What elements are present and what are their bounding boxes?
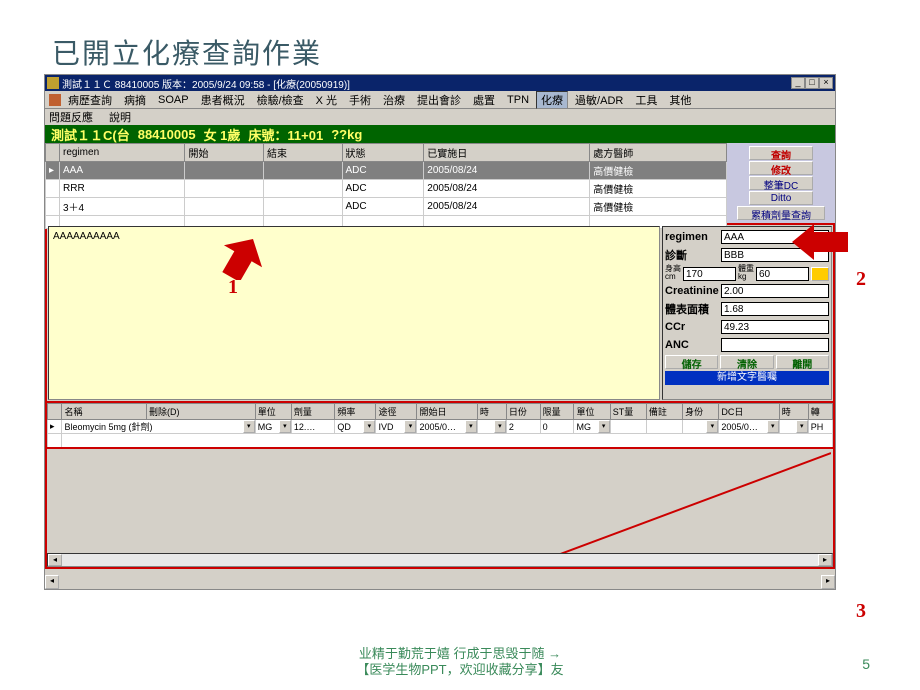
drug-table[interactable]: 名稱 刪除(D) 單位 劑量 頻率 途徑 開始日 時 日份 限量 單位 ST量 … — [45, 401, 835, 449]
menu-item[interactable]: 病歷查詢 — [63, 92, 117, 108]
ccr-label: CCr — [665, 321, 721, 333]
leave-button[interactable]: 離開 — [776, 355, 829, 369]
menu-item[interactable]: TPN — [502, 94, 534, 106]
table-row[interactable]: ▸AAA ADC2005/08/24高價健檢 — [46, 162, 727, 180]
menu-bar-2: 問題反應 說明 — [45, 109, 835, 125]
menu-item[interactable]: 檢驗/檢查 — [252, 92, 309, 108]
scroll-left-icon[interactable]: ◂ — [48, 554, 62, 566]
cr-input[interactable] — [721, 284, 829, 298]
review-button[interactable]: 累積劑量查詢 — [737, 206, 825, 220]
maximize-button[interactable]: □ — [805, 77, 819, 89]
scroll-left-icon[interactable]: ◂ — [45, 575, 59, 589]
ccr-input[interactable] — [721, 320, 829, 334]
menu-item[interactable]: 提出會診 — [412, 92, 466, 108]
col-start[interactable]: 開始 — [185, 144, 264, 162]
regimen-input[interactable] — [721, 230, 829, 244]
menu-item[interactable]: 治療 — [378, 92, 410, 108]
weight-input[interactable] — [756, 267, 809, 281]
menu-item[interactable]: SOAP — [153, 94, 194, 106]
patient-banner: 測試１１C(台 88410005 女 1歲 床號：11+01 ??kg — [45, 125, 835, 143]
chevron-down-icon[interactable]: ▾ — [363, 420, 375, 433]
drug-row[interactable]: ▸ Bleomycin 5mg (針劑)▾ MG▾ 12.… QD▾ IVD▾ … — [48, 420, 833, 434]
minimize-button[interactable]: _ — [791, 77, 805, 89]
window-scrollbar[interactable]: ◂ ▸ — [45, 575, 835, 589]
window-title: 測試１１Ｃ 88410005 版本：2005/9/24 09:58 - [化療(… — [62, 76, 350, 91]
table-row[interactable]: 3＋4 ADC2005/08/24高價健檢 — [46, 198, 727, 216]
whole-dc-button[interactable]: 整筆DC — [749, 176, 813, 190]
chevron-down-icon[interactable]: ▾ — [767, 420, 779, 433]
height-input[interactable] — [683, 267, 736, 281]
bsa-input[interactable] — [721, 302, 829, 316]
col-status[interactable]: 狀態 — [342, 144, 424, 162]
col-date[interactable]: 已實施日 — [424, 144, 590, 162]
app-icon — [47, 77, 59, 89]
window-titlebar: 測試１１Ｃ 88410005 版本：2005/9/24 09:58 - [化療(… — [45, 75, 835, 91]
modify-button[interactable]: 修改 — [749, 161, 813, 175]
memo-area[interactable]: AAAAAAAAAA — [48, 226, 660, 400]
menu-item[interactable]: X 光 — [311, 92, 342, 108]
query-button[interactable]: 查詢 — [749, 146, 813, 160]
annotation-number-2: 2 — [856, 268, 866, 291]
slide-footer: 业精于勤荒于嬉 行成于思毁于随 → 【医学生物PPT，欢迎收藏分享】友 — [0, 646, 920, 678]
menu-item[interactable]: 問題反應 — [49, 109, 93, 125]
dx-label: 診斷 — [665, 247, 721, 263]
menu-item[interactable]: 病摘 — [119, 92, 151, 108]
menu-item[interactable]: 處置 — [468, 92, 500, 108]
regimen-table[interactable]: regimen 開始 結束 狀態 已實施日 處方醫師 ▸AAA ADC2005/… — [45, 143, 727, 223]
slide-title: 已開立化療查詢作業 — [52, 32, 322, 72]
close-button[interactable]: × — [819, 77, 833, 89]
patient-weight: ??kg — [331, 127, 362, 142]
menu-item[interactable]: 其他 — [664, 92, 696, 108]
patient-name: 測試１１C(台 — [51, 125, 130, 144]
menu-item[interactable]: 手術 — [344, 92, 376, 108]
lower-area: ◂ ▸ — [45, 449, 835, 569]
menu-icon — [49, 94, 61, 106]
chevron-down-icon[interactable]: ▾ — [243, 420, 255, 433]
drug-row[interactable] — [48, 434, 833, 448]
calc-button[interactable] — [811, 267, 829, 281]
new-text-order-button[interactable]: 新增文字醫囑 — [665, 371, 829, 385]
annotation-number-3: 3 — [856, 600, 866, 623]
chevron-down-icon[interactable]: ▾ — [494, 420, 506, 433]
chevron-down-icon[interactable]: ▾ — [465, 420, 477, 433]
dx-input[interactable] — [721, 248, 829, 262]
chevron-down-icon[interactable]: ▾ — [279, 420, 291, 433]
regimen-label: regimen — [665, 231, 721, 243]
chevron-down-icon[interactable]: ▾ — [706, 420, 718, 433]
chevron-down-icon[interactable]: ▾ — [598, 420, 610, 433]
col-end[interactable]: 結束 — [263, 144, 342, 162]
menu-item[interactable]: 過敏/ADR — [570, 92, 628, 108]
scroll-right-icon[interactable]: ▸ — [821, 575, 835, 589]
chevron-down-icon[interactable]: ▾ — [796, 420, 808, 433]
app-window: 測試１１Ｃ 88410005 版本：2005/9/24 09:58 - [化療(… — [44, 74, 836, 590]
anc-input[interactable] — [721, 338, 829, 352]
col-doctor[interactable]: 處方醫師 — [590, 144, 727, 162]
col-regimen[interactable]: regimen — [60, 144, 185, 162]
save-button[interactable]: 儲存 — [665, 355, 718, 369]
patient-sex-age: 女 1歲 — [204, 125, 241, 144]
table-row[interactable]: RRR ADC2005/08/24高價健檢 — [46, 180, 727, 198]
info-panel: regimen 診斷 身高cm 體重kg Creatinine 體表面積 CCr… — [662, 226, 832, 400]
cr-label: Creatinine — [665, 285, 721, 297]
menu-item[interactable]: 說明 — [109, 109, 131, 125]
page-number: 5 — [862, 656, 870, 672]
menu-item[interactable]: 工具 — [630, 92, 662, 108]
clear-button[interactable]: 清除 — [720, 355, 773, 369]
menu-bar: 病歷查詢 病摘 SOAP 患者概況 檢驗/檢查 X 光 手術 治療 提出會診 處… — [45, 91, 835, 109]
annotation-number-1: 1 — [228, 276, 238, 299]
menu-item-active[interactable]: 化療 — [536, 91, 568, 109]
action-panel: 查詢 修改 整筆DC Ditto 累積劑量查詢 — [727, 143, 835, 223]
h-scrollbar[interactable]: ◂ ▸ — [47, 553, 833, 567]
bsa-label: 體表面積 — [665, 301, 721, 317]
ditto-button[interactable]: Ditto — [749, 191, 813, 205]
patient-bed: 床號：11+01 — [248, 125, 323, 144]
anc-label: ANC — [665, 339, 721, 351]
chevron-down-icon[interactable]: ▾ — [404, 420, 416, 433]
scroll-right-icon[interactable]: ▸ — [818, 554, 832, 566]
patient-id: 88410005 — [138, 127, 196, 142]
menu-item[interactable]: 患者概況 — [196, 92, 250, 108]
